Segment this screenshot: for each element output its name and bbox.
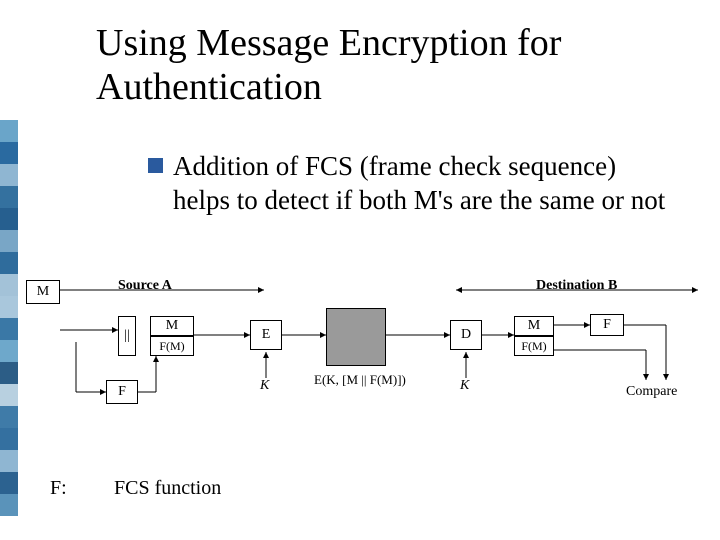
bullet-square-icon [148, 158, 163, 173]
legend-value: FCS function [114, 477, 221, 500]
dest-label: Destination B [536, 278, 617, 294]
box-m-mid: M [150, 316, 194, 336]
label-cipher: E(K, [M || F(M)]) [314, 372, 406, 388]
label-k-right: K [460, 378, 469, 394]
box-fm-mid: F(M) [150, 336, 194, 356]
box-d: D [450, 320, 482, 350]
box-m-dest: M [514, 316, 554, 336]
box-e: E [250, 320, 282, 350]
bullet-text: Addition of FCS (frame check sequence) h… [173, 150, 668, 218]
box-m-source: M [26, 280, 60, 304]
bullet-item: Addition of FCS (frame check sequence) h… [148, 150, 668, 218]
label-compare: Compare [626, 384, 677, 400]
source-label: Source A [118, 278, 172, 294]
channel-box [326, 308, 386, 366]
box-fm-dest: F(M) [514, 336, 554, 356]
legend-key: F: [50, 477, 114, 500]
legend: F: FCS function [50, 477, 221, 500]
fcs-diagram: Source A Destination B M || M F(M) F E K… [26, 280, 698, 430]
label-k-left: K [260, 378, 269, 394]
slide-title: Using Message Encryption for Authenticat… [96, 22, 656, 109]
decorative-sidebar [0, 120, 18, 516]
box-concat: || [118, 316, 136, 356]
box-f-right: F [590, 314, 624, 336]
box-f-left: F [106, 380, 138, 404]
